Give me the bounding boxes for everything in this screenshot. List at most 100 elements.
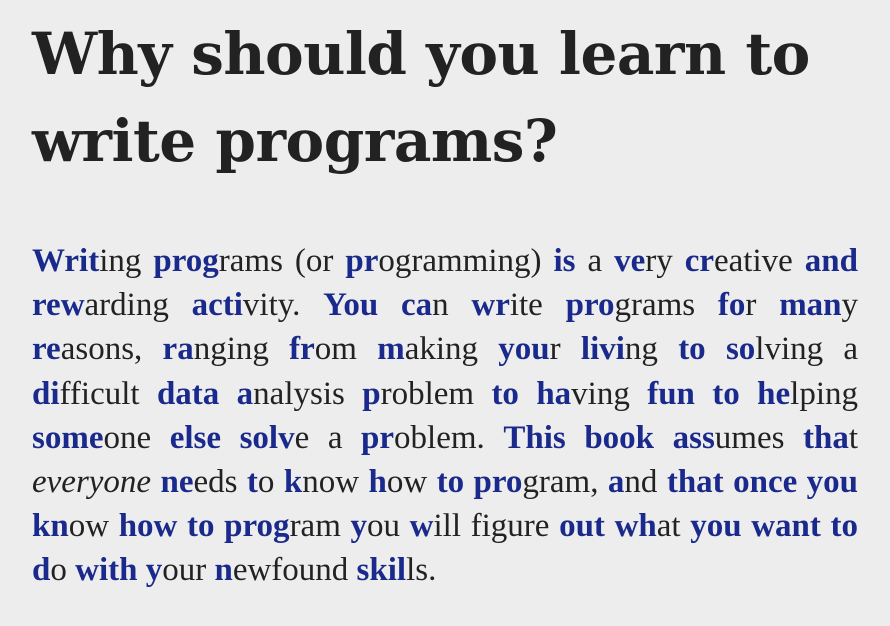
paragraph-text: lping <box>790 375 859 412</box>
paragraph-text <box>566 420 585 456</box>
highlighted-text: a <box>236 375 254 412</box>
paragraph-text <box>706 331 726 367</box>
highlighted-text: is <box>553 243 576 279</box>
highlighted-text: y <box>350 508 368 545</box>
highlighted-text: n <box>214 552 233 589</box>
highlighted-text: once <box>733 464 798 501</box>
paragraph-text: ng <box>624 331 679 368</box>
paragraph-text: ou <box>367 508 410 545</box>
highlighted-text: h <box>368 464 387 501</box>
paragraph-text: t <box>848 419 859 456</box>
paragraph-text: gram, <box>522 464 608 501</box>
paragraph-text: fficult <box>59 375 157 412</box>
highlighted-text: p <box>362 375 381 412</box>
highlighted-text: ass <box>672 419 715 456</box>
paragraph-text: vity. <box>242 287 324 324</box>
paragraph-text: umes <box>714 419 804 456</box>
paragraph-text: asons, <box>60 331 163 368</box>
italic-text: everyone <box>32 464 152 501</box>
highlighted-text: fo <box>717 287 746 324</box>
highlighted-text: di <box>32 375 60 412</box>
highlighted-text: to <box>678 331 706 368</box>
highlighted-text: you <box>498 331 550 368</box>
paragraph-text: nalysis <box>253 375 363 412</box>
paragraph-text: ls. <box>406 552 437 589</box>
highlighted-text: livi <box>580 331 625 368</box>
paragraph-text: ogramming) <box>378 243 554 279</box>
highlighted-text: acti <box>191 287 243 324</box>
paragraph-text: aking <box>404 331 499 368</box>
highlighted-text: you <box>690 508 742 545</box>
page-title: Why should you learn to write programs? <box>32 20 810 175</box>
paragraph-text <box>215 508 225 544</box>
paragraph-text: ewfound <box>232 552 357 589</box>
highlighted-text: skil <box>356 552 407 589</box>
paragraph-text: ram <box>289 508 351 545</box>
paragraph-text: oblem. <box>394 419 504 456</box>
paragraph-text: now <box>302 464 369 501</box>
highlighted-text: m <box>377 331 405 368</box>
paragraph-text <box>151 464 160 500</box>
paragraph-text <box>740 376 757 412</box>
paragraph-text <box>519 376 536 412</box>
paragraph-text <box>742 508 752 544</box>
paragraph-text: r <box>745 287 780 324</box>
paragraph-text: a <box>575 243 615 279</box>
highlighted-text: a <box>607 464 625 501</box>
highlighted-text: he <box>757 375 791 412</box>
highlighted-text: cr <box>684 243 715 279</box>
highlighted-text: ca <box>400 287 433 324</box>
paragraph-text <box>797 464 806 500</box>
highlighted-text: want <box>751 508 821 545</box>
paragraph-text: our <box>162 552 215 589</box>
highlighted-text: wr <box>471 287 510 324</box>
paragraph-text: ing <box>99 243 154 279</box>
highlighted-text: You <box>323 287 379 324</box>
highlighted-text: kn <box>32 508 69 545</box>
paragraph-text: at <box>656 508 691 545</box>
highlighted-text: k <box>283 464 303 501</box>
highlighted-text: pr <box>345 243 379 279</box>
paragraph-text <box>821 508 831 544</box>
highlighted-text: fun <box>647 375 695 412</box>
paragraph-text: arding <box>84 287 192 324</box>
highlighted-text: to <box>187 508 215 545</box>
highlighted-text: fr <box>289 331 315 368</box>
highlighted-text: rew <box>32 287 85 324</box>
highlighted-text: so <box>725 331 756 368</box>
highlighted-text: out <box>559 508 605 545</box>
paragraph-text: ow <box>386 464 437 501</box>
highlighted-text: tha <box>803 419 849 456</box>
paragraph-text: eative <box>714 243 805 279</box>
paragraph-text: rams (or <box>218 243 346 279</box>
paragraph-text: lving a <box>755 331 859 368</box>
paragraph-text: o <box>50 552 76 589</box>
paragraph-text <box>605 508 615 544</box>
highlighted-text: ha <box>536 375 572 412</box>
highlighted-text: with <box>75 552 138 589</box>
highlighted-text: ra <box>162 331 194 368</box>
paragraph-text <box>695 376 712 412</box>
highlighted-text: to <box>491 375 519 412</box>
paragraph-text: y <box>841 287 859 324</box>
highlighted-text: you <box>806 464 859 501</box>
highlighted-text: ne <box>160 464 194 501</box>
paragraph-text <box>464 464 473 500</box>
highlighted-text: to <box>830 508 859 545</box>
body-paragraph: Writing programs (or programming) is a v… <box>32 239 858 593</box>
paragraph-text: grams <box>614 287 718 324</box>
paragraph-text <box>219 376 236 412</box>
paragraph-text: e a <box>294 419 362 456</box>
paragraph-text: om <box>314 331 378 368</box>
paragraph-text: nd <box>624 464 667 501</box>
highlighted-text: some <box>32 419 104 456</box>
paragraph-text: n <box>432 287 472 324</box>
paragraph-text <box>654 420 673 456</box>
highlighted-text: how <box>118 508 178 545</box>
document-page: Why should you learn to write programs? … <box>0 0 890 626</box>
paragraph-text: nging <box>193 331 290 368</box>
paragraph-text: ow <box>68 508 119 545</box>
highlighted-text: solv <box>239 419 295 456</box>
highlighted-text: d <box>32 552 51 589</box>
paragraph-text <box>378 287 401 323</box>
